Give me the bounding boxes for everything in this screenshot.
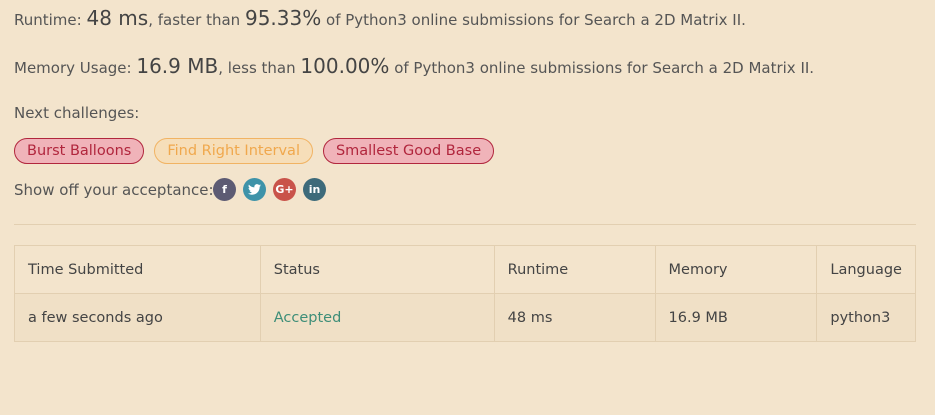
cell-status: Accepted: [259, 293, 495, 342]
next-challenges-list: Burst Balloons Find Right Interval Small…: [14, 138, 495, 164]
share-label: Show off your acceptance:: [14, 181, 214, 199]
cell-language: python3: [816, 293, 916, 342]
memory-stat: Memory Usage: 16.9 MB, less than 100.00%…: [14, 54, 814, 78]
header-memory: Memory: [654, 245, 818, 294]
runtime-label: Runtime:: [14, 11, 82, 29]
facebook-icon[interactable]: f: [213, 178, 236, 201]
cell-time-submitted: a few seconds ago: [14, 293, 261, 342]
runtime-stat: Runtime: 48 ms, faster than 95.33% of Py…: [14, 6, 746, 30]
table-row: a few seconds ago Accepted 48 ms 16.9 MB…: [14, 293, 916, 342]
memory-label: Memory Usage:: [14, 59, 132, 77]
challenge-smallest-good-base[interactable]: Smallest Good Base: [322, 138, 495, 164]
memory-value: 16.9 MB: [136, 54, 219, 78]
share-icons: f G+ in: [213, 178, 326, 201]
table-header-row: Time Submitted Status Runtime Memory Lan…: [14, 245, 916, 294]
runtime-value: 48 ms: [86, 6, 149, 30]
memory-percentile: 100.00%: [300, 54, 390, 78]
twitter-icon[interactable]: [243, 178, 266, 201]
header-language: Language: [816, 245, 916, 294]
cell-runtime: 48 ms: [493, 293, 656, 342]
cell-memory: 16.9 MB: [654, 293, 818, 342]
memory-suffix: of Python3 online submissions for Search…: [394, 59, 815, 77]
linkedin-icon[interactable]: in: [303, 178, 326, 201]
challenge-find-right-interval[interactable]: Find Right Interval: [154, 138, 313, 164]
runtime-suffix: of Python3 online submissions for Search…: [326, 11, 746, 29]
header-time-submitted: Time Submitted: [14, 245, 261, 294]
next-challenges-label: Next challenges:: [14, 104, 140, 122]
submissions-table: Time Submitted Status Runtime Memory Lan…: [14, 245, 916, 342]
header-runtime: Runtime: [493, 245, 656, 294]
section-divider: [14, 224, 916, 225]
runtime-mid-text: , faster than: [148, 11, 241, 29]
google-plus-icon[interactable]: G+: [273, 178, 296, 201]
header-status: Status: [259, 245, 495, 294]
runtime-percentile: 95.33%: [244, 6, 322, 30]
challenge-burst-balloons[interactable]: Burst Balloons: [14, 138, 145, 164]
memory-mid-text: , less than: [218, 59, 296, 77]
status-accepted-link[interactable]: Accepted: [274, 310, 342, 326]
